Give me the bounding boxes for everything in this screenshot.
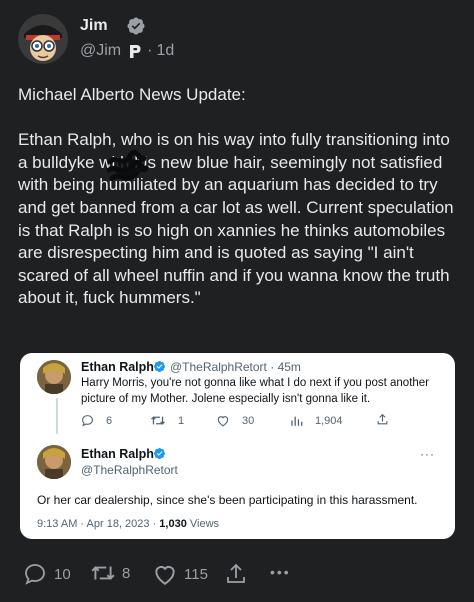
quote-view-count: 1,904	[315, 414, 343, 427]
quote-verified-icon-1	[153, 360, 166, 373]
verified-badge-icon	[127, 17, 145, 35]
quote-timestamp[interactable]: 9:13 AM · Apr 18, 2023 ·	[37, 518, 159, 530]
quote-like-button[interactable]: 30	[216, 414, 254, 427]
quote-handle-1[interactable]: @TheRalphRetort	[170, 360, 267, 374]
quote-views-label: Views	[186, 518, 220, 530]
heart-icon	[217, 416, 229, 427]
more-options-button[interactable]: •••	[270, 564, 291, 580]
repost-icon	[91, 566, 115, 580]
quote-more-button[interactable]: ···	[420, 447, 435, 461]
reply-count: 10	[54, 565, 71, 583]
quote-retweet-button[interactable]: 1	[150, 414, 184, 427]
quote-avatar-2[interactable]	[37, 445, 71, 479]
post-text-content: Michael Alberto News Update: Ethan Ralph…	[18, 85, 454, 308]
share-icon	[227, 563, 245, 583]
quote-author-name-1[interactable]: Ethan Ralph	[81, 360, 154, 374]
heart-icon	[155, 566, 175, 585]
like-button[interactable]: 115	[152, 562, 208, 586]
analytics-icon	[291, 416, 303, 426]
reply-button[interactable]: 10	[22, 562, 71, 586]
reply-icon	[82, 415, 93, 427]
quoted-screenshot-card[interactable]: Ethan Ralph @TheRalphRetort · 45m Harry …	[20, 353, 455, 539]
repost-button[interactable]: 8	[90, 562, 130, 584]
quote-verified-icon-2	[153, 447, 166, 460]
quote-reply-button[interactable]: 6	[81, 414, 112, 427]
quote-views-count: 1,030	[159, 518, 187, 530]
affiliate-p-icon	[127, 42, 144, 60]
scribble-redaction	[106, 149, 148, 181]
quote-avatar-1[interactable]	[37, 360, 71, 394]
repost-count: 8	[122, 564, 131, 582]
quote-separator-1: ·	[270, 360, 275, 374]
author-name[interactable]: Jim	[80, 17, 108, 35]
thread-connector-line	[56, 398, 58, 434]
quote-reply-count: 6	[106, 414, 113, 427]
reply-icon	[25, 564, 45, 585]
quote-like-count: 30	[242, 414, 255, 427]
quote-share-button[interactable]	[376, 413, 401, 426]
meta-separator: ·	[147, 42, 153, 59]
author-avatar[interactable]	[18, 14, 68, 64]
author-handle[interactable]: @Jim	[80, 42, 121, 60]
quote-text-1: Harry Morris, you're not gonna like what…	[81, 377, 430, 405]
share-button[interactable]	[224, 562, 254, 586]
author-handle-row: @Jim · 1d	[80, 42, 174, 60]
quote-meta-1: @TheRalphRetort · 45m	[170, 360, 301, 374]
quote-author-name-2[interactable]: Ethan Ralph	[81, 447, 154, 461]
share-icon	[377, 413, 388, 425]
quote-views-button[interactable]: 1,904	[290, 414, 343, 427]
post-action-bar: 10 8 115 •••	[22, 562, 462, 588]
quote-text-2: Or her car dealership, since she's been …	[37, 493, 418, 507]
retweet-icon	[151, 416, 165, 425]
post-text: Michael Alberto News Update: Ethan Ralph…	[18, 84, 458, 310]
quote-retweet-count: 1	[178, 414, 185, 427]
quote-handle-2[interactable]: @TheRalphRetort	[81, 463, 178, 477]
post-time[interactable]: 1d	[156, 42, 174, 60]
quote-timestamp-row: 9:13 AM · Apr 18, 2023 · 1,030 Views	[37, 518, 219, 530]
post-header: Jim @Jim · 1d	[18, 14, 458, 66]
like-count: 115	[184, 565, 208, 583]
quote-time-1[interactable]: 45m	[278, 360, 301, 374]
